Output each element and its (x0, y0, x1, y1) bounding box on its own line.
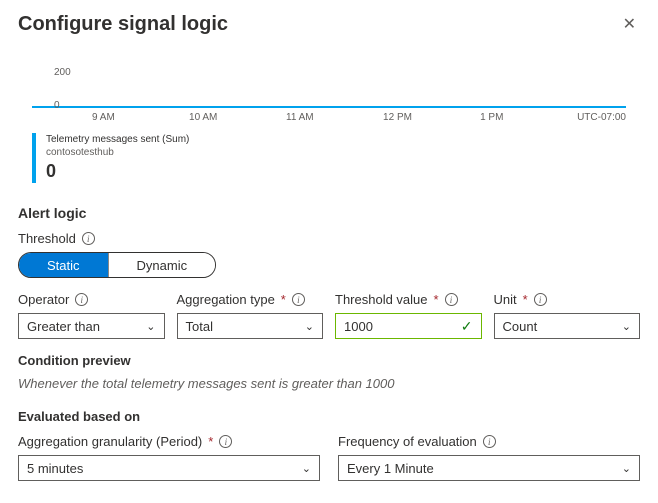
frequency-select[interactable]: Every 1 Minute ⌄ (338, 455, 640, 481)
chart-ytick: 0 (54, 100, 60, 111)
granularity-value: 5 minutes (27, 461, 83, 476)
signal-chart: 200 0 9 AM 10 AM 11 AM 12 PM 1 PM UTC-07… (18, 48, 640, 183)
required-marker: * (434, 292, 439, 307)
threshold-label: Threshold (18, 231, 76, 246)
chevron-down-icon: ⌄ (146, 320, 155, 333)
threshold-value-text: 1000 (344, 319, 373, 334)
threshold-toggle: Static Dynamic (18, 252, 216, 278)
frequency-value: Every 1 Minute (347, 461, 434, 476)
threshold-static-button[interactable]: Static (19, 253, 108, 277)
threshold-dynamic-button[interactable]: Dynamic (108, 253, 216, 277)
chevron-down-icon: ⌄ (305, 320, 314, 333)
info-icon[interactable]: i (292, 293, 305, 306)
required-marker: * (208, 434, 213, 449)
frequency-label: Frequency of evaluation (338, 434, 477, 449)
info-icon[interactable]: i (483, 435, 496, 448)
aggregation-value: Total (186, 319, 213, 334)
threshold-value-input[interactable]: 1000 ✓ (335, 313, 482, 339)
threshold-value-label: Threshold value (335, 292, 428, 307)
evaluated-heading: Evaluated based on (18, 409, 640, 424)
chart-timezone: UTC-07:00 (577, 112, 626, 123)
condition-preview-heading: Condition preview (18, 353, 640, 368)
unit-value: Count (503, 319, 538, 334)
chevron-down-icon: ⌄ (302, 462, 311, 475)
alert-logic-heading: Alert logic (18, 205, 640, 221)
legend-metric: Telemetry messages sent (Sum) (46, 133, 626, 146)
chart-ytick: 200 (54, 67, 71, 78)
required-marker: * (523, 292, 528, 307)
info-icon[interactable]: i (534, 293, 547, 306)
info-icon[interactable]: i (445, 293, 458, 306)
aggregation-label: Aggregation type (177, 292, 275, 307)
unit-select[interactable]: Count ⌄ (494, 313, 641, 339)
chart-legend: Telemetry messages sent (Sum) contosotes… (32, 133, 626, 183)
chart-xtick: 12 PM (383, 112, 480, 123)
info-icon[interactable]: i (219, 435, 232, 448)
operator-value: Greater than (27, 319, 100, 334)
operator-label: Operator (18, 292, 69, 307)
panel-title: Configure signal logic (18, 13, 228, 36)
info-icon[interactable]: i (75, 293, 88, 306)
chevron-down-icon: ⌄ (622, 462, 631, 475)
condition-preview-text: Whenever the total telemetry messages se… (18, 376, 640, 391)
chevron-down-icon: ⌄ (622, 320, 631, 333)
unit-label: Unit (494, 292, 517, 307)
aggregation-select[interactable]: Total ⌄ (177, 313, 324, 339)
chart-xtick: 11 AM (286, 112, 383, 123)
granularity-label: Aggregation granularity (Period) (18, 434, 202, 449)
info-icon[interactable]: i (82, 232, 95, 245)
close-icon[interactable]: ✕ (619, 10, 640, 38)
operator-select[interactable]: Greater than ⌄ (18, 313, 165, 339)
granularity-select[interactable]: 5 minutes ⌄ (18, 455, 320, 481)
required-marker: * (281, 292, 286, 307)
legend-resource: contosotesthub (46, 146, 626, 159)
chart-xtick: 10 AM (189, 112, 286, 123)
chart-xtick: 9 AM (32, 112, 189, 123)
legend-value: 0 (46, 160, 626, 183)
checkmark-icon: ✓ (461, 318, 473, 335)
chart-xtick: 1 PM (480, 112, 577, 123)
